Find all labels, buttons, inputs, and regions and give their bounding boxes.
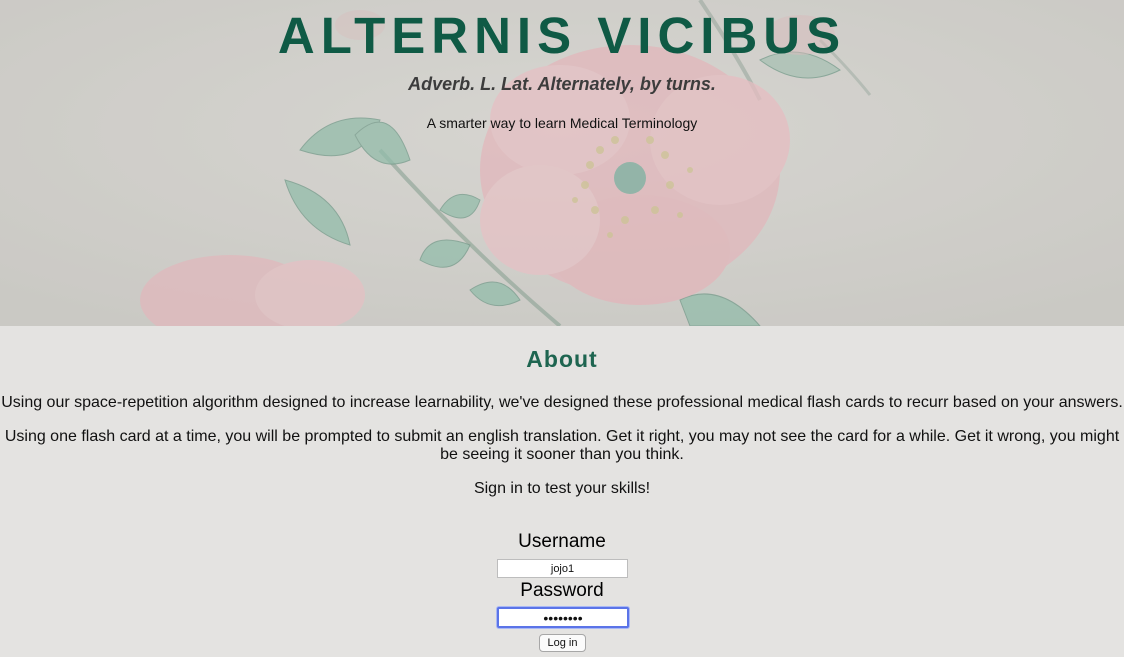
about-heading: About xyxy=(526,346,598,372)
login-button[interactable]: Log in xyxy=(539,634,586,652)
password-label: Password xyxy=(520,580,604,601)
about-paragraph-instructions: Using one flash card at a time, you will… xyxy=(4,428,1120,463)
about-section: About Using our space-repetition algorit… xyxy=(0,326,1124,657)
site-tagline: A smarter way to learn Medical Terminolo… xyxy=(426,115,698,131)
password-input[interactable] xyxy=(497,607,629,628)
site-definition: Adverb. L. Lat. Alternately, by turns. xyxy=(408,74,716,94)
site-title: ALTERNIS VICIBUS xyxy=(277,7,847,64)
username-label: Username xyxy=(518,531,606,552)
username-input[interactable] xyxy=(497,559,628,578)
sign-in-prompt: Sign in to test your skills! xyxy=(473,480,651,497)
hero-banner: ALTERNIS VICIBUS Adverb. L. Lat. Alterna… xyxy=(0,0,1124,326)
about-paragraph-algorithm: Using our space-repetition algorithm des… xyxy=(1,394,1123,411)
